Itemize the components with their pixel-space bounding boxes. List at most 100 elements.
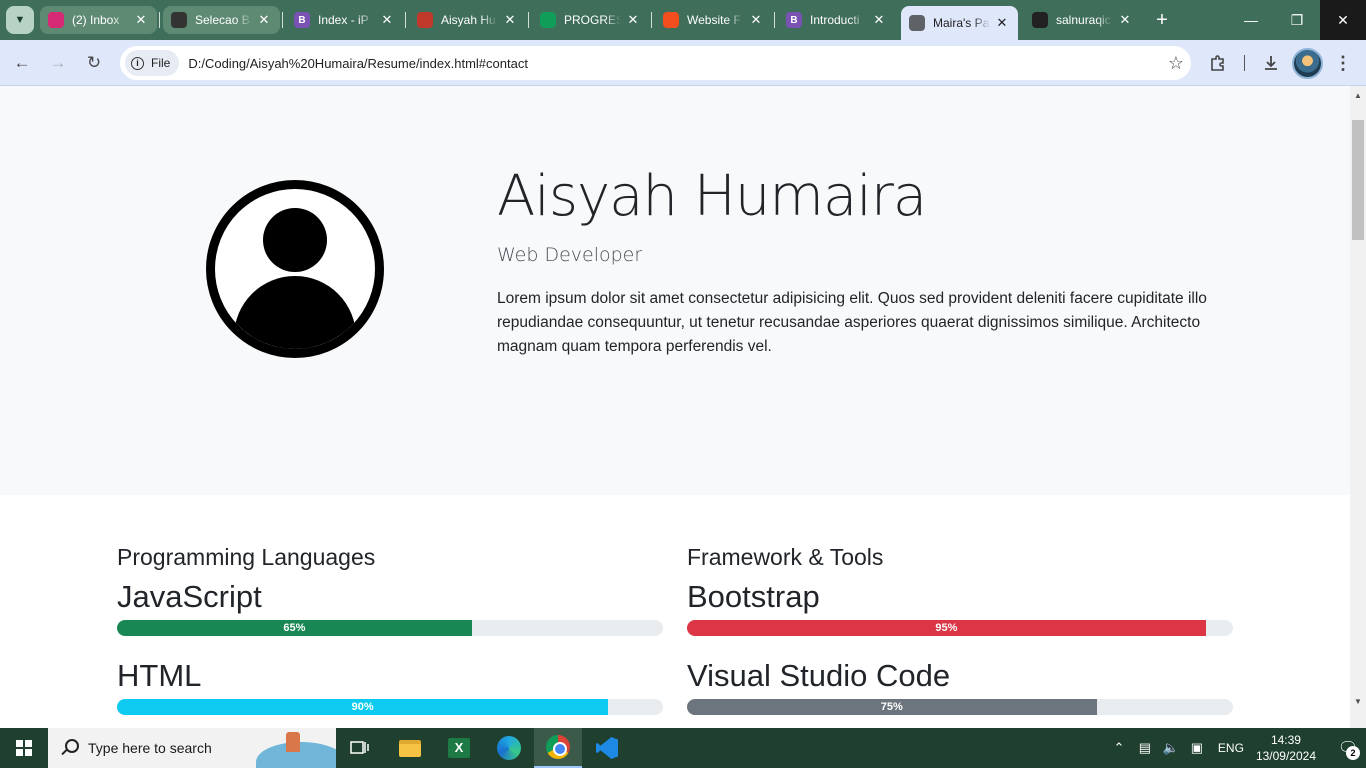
tab-title: (2) Inbox: [72, 13, 120, 27]
edge-button[interactable]: [485, 728, 533, 768]
bookmark-star-icon[interactable]: ☆: [1161, 53, 1191, 74]
tab-close-icon[interactable]: ✕: [748, 12, 764, 28]
tab-separator: [282, 12, 283, 28]
tab-search-button[interactable]: ▼: [6, 6, 34, 34]
tab-title: Selecao B: [195, 13, 250, 27]
puzzle-icon: [1211, 55, 1224, 71]
search-icon: [60, 739, 79, 757]
minimize-button[interactable]: —: [1228, 0, 1274, 40]
profile-avatar[interactable]: [1292, 48, 1323, 79]
site-info-chip[interactable]: i File: [125, 50, 180, 76]
section-heading: Programming Languages: [117, 544, 376, 570]
progress-bar-fill: 95%: [687, 620, 1206, 636]
input-language[interactable]: ENG: [1218, 741, 1244, 755]
progress-bar-fill: 65%: [117, 620, 472, 636]
chevron-down-icon: ▼: [14, 14, 26, 26]
browser-tab[interactable]: Maira's Pa ✕: [901, 6, 1018, 40]
clock-date: 13/09/2024: [1255, 749, 1316, 763]
excel-icon: X: [448, 738, 470, 758]
back-button[interactable]: ←: [10, 51, 34, 75]
chrome-menu-button[interactable]: ⋮: [1330, 50, 1356, 76]
progress-bar-fill: 75%: [687, 699, 1097, 715]
tab-title: Introducti: [810, 13, 860, 27]
network-icon[interactable]: ▤: [1133, 740, 1157, 756]
taskbar-clock[interactable]: 14:39 13/09/2024: [1256, 732, 1316, 764]
tab-title: Website F: [687, 13, 741, 27]
user-presence-icon[interactable]: ▣: [1185, 740, 1209, 756]
tab-close-icon[interactable]: ✕: [871, 12, 887, 28]
windows-logo-icon: [16, 740, 32, 756]
tab-title: salnuraqic: [1056, 13, 1111, 27]
tab-separator: [651, 12, 652, 28]
browser-tab[interactable]: PROGRES ✕: [532, 6, 649, 34]
vscode-icon: [596, 737, 618, 759]
scroll-down-arrow-icon[interactable]: ▼: [1350, 694, 1366, 710]
tab-separator: [405, 12, 406, 28]
start-button[interactable]: [0, 728, 48, 768]
google-sheets-icon: [540, 12, 556, 28]
taskbar-search-placeholder: Type here to search: [88, 740, 212, 756]
tab-close-icon[interactable]: ✕: [625, 12, 641, 28]
reload-button[interactable]: ↻: [82, 51, 106, 75]
browser-tab[interactable]: B Index - iP ✕: [286, 6, 403, 34]
task-view-button[interactable]: [336, 728, 384, 768]
tab-separator: [159, 12, 160, 28]
browser-tab[interactable]: (2) Inbox ✕: [40, 6, 157, 34]
tab-close-icon[interactable]: ✕: [994, 15, 1010, 31]
notification-center-button[interactable]: 🗨 2: [1330, 728, 1366, 768]
browser-tab[interactable]: B Introducti ✕: [778, 6, 895, 34]
skill-progress: 90%: [117, 699, 663, 715]
restore-button[interactable]: ❐: [1274, 0, 1320, 40]
vscode-button[interactable]: [583, 728, 631, 768]
close-icon: ✕: [1337, 11, 1349, 28]
tab-close-icon[interactable]: ✕: [133, 12, 149, 28]
skill-name: JavaScript: [117, 579, 262, 614]
file-explorer-button[interactable]: [386, 728, 434, 768]
minimize-icon: —: [1244, 12, 1258, 28]
tab-title: PROGRES: [564, 13, 621, 27]
toolbar-divider: [1244, 55, 1245, 71]
excel-button[interactable]: X: [435, 728, 483, 768]
tab-separator: [774, 12, 775, 28]
chevron-up-icon[interactable]: ⌃: [1107, 740, 1131, 756]
taskbar-search-box[interactable]: Type here to search: [48, 728, 336, 768]
downloads-button[interactable]: [1258, 50, 1284, 76]
user-avatar-icon: [206, 180, 384, 358]
windows-taskbar: Type here to search X ⌃ ▤ 🔈 ▣ ENG 14:39 …: [0, 728, 1366, 768]
new-tab-button[interactable]: +: [1150, 8, 1174, 32]
info-icon: i: [131, 56, 144, 70]
chrome-button[interactable]: [534, 728, 582, 768]
profile-name: Aisyah Humaira: [497, 164, 927, 229]
system-tray: ⌃ ▤ 🔈 ▣ ENG 14:39 13/09/2024 🗨 2: [1106, 728, 1366, 768]
tab-separator: [528, 12, 529, 28]
url-text[interactable]: D:/Coding/Aisyah%20Humaira/Resume/index.…: [188, 56, 1161, 71]
volume-icon[interactable]: 🔈: [1159, 740, 1183, 756]
browser-tab[interactable]: Website F ✕: [655, 6, 772, 34]
close-window-button[interactable]: ✕: [1320, 0, 1366, 40]
progress-bar-fill: 90%: [117, 699, 609, 715]
skill-name: Bootstrap: [687, 579, 820, 614]
skill-progress: 75%: [687, 699, 1233, 715]
browser-tab[interactable]: salnuraqic ✕: [1024, 6, 1141, 34]
scrollbar-thumb[interactable]: [1352, 120, 1364, 240]
profile-role: Web Developer: [497, 244, 643, 266]
bootstrap-icon: B: [294, 12, 310, 28]
tab-close-icon[interactable]: ✕: [379, 12, 395, 28]
page-scrollbar[interactable]: ▲ ▼: [1350, 86, 1366, 728]
git-repo-icon: [417, 12, 433, 28]
tab-close-icon[interactable]: ✕: [1117, 12, 1133, 28]
github-icon: [171, 12, 187, 28]
back-arrow-icon: ←: [13, 53, 31, 72]
browser-tab[interactable]: Aisyah Hu ✕: [409, 6, 526, 34]
forward-button[interactable]: →: [46, 51, 70, 75]
chrome-icon: [546, 735, 570, 759]
scroll-up-arrow-icon[interactable]: ▲: [1350, 88, 1366, 104]
bootstrap-icon: B: [786, 12, 802, 28]
tab-close-icon[interactable]: ✕: [256, 12, 272, 28]
address-bar[interactable]: i File D:/Coding/Aisyah%20Humaira/Resume…: [120, 46, 1191, 80]
browser-tab[interactable]: Selecao B ✕: [163, 6, 280, 34]
window-controls: — ❐ ✕: [1228, 0, 1366, 40]
tab-title: Index - iP: [318, 13, 369, 27]
extensions-button[interactable]: [1205, 50, 1231, 76]
tab-close-icon[interactable]: ✕: [502, 12, 518, 28]
